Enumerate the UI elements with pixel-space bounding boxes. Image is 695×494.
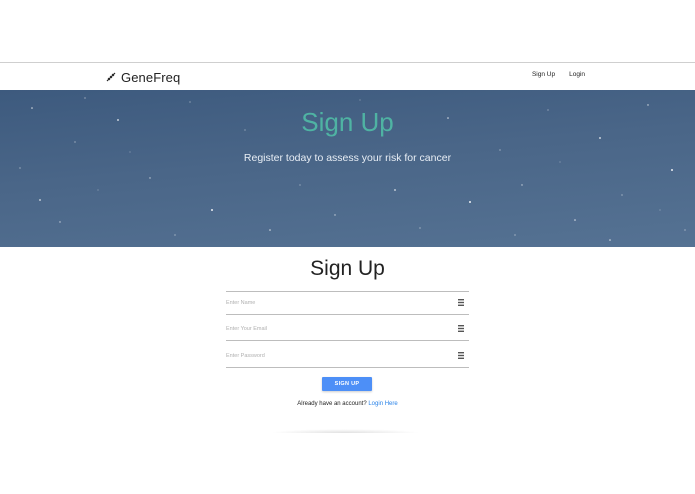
list-icon <box>458 352 464 359</box>
hero-banner: Sign Up Register today to assess your ri… <box>0 90 695 247</box>
brand-logo[interactable]: GeneFreq <box>105 68 180 86</box>
dna-icon <box>106 72 116 82</box>
login-prompt: Already have an account? Login Here <box>0 401 695 407</box>
name-input[interactable] <box>226 292 451 314</box>
list-icon <box>458 325 464 332</box>
password-input[interactable] <box>226 345 451 367</box>
password-field <box>226 345 469 368</box>
nav-link-signup[interactable]: Sign Up <box>532 71 555 78</box>
email-input[interactable] <box>226 318 451 340</box>
hero-subtitle: Register today to assess your risk for c… <box>243 152 452 164</box>
name-field <box>226 291 469 315</box>
brand-name: GeneFreq <box>121 69 181 85</box>
navbar: GeneFreq Sign Up Login <box>0 63 695 90</box>
hero-title: Sign Up <box>301 107 394 137</box>
login-prompt-text: Already have an account? <box>297 401 367 407</box>
signup-button[interactable]: SIGN UP <box>322 377 372 391</box>
nav-link-login[interactable]: Login <box>569 71 585 78</box>
list-icon <box>458 299 464 306</box>
screen: GeneFreq Sign Up Login Sign Up Register … <box>0 0 695 494</box>
form-title: Sign Up <box>310 257 385 280</box>
browser-viewport: GeneFreq Sign Up Login Sign Up Register … <box>0 62 695 433</box>
login-here-link[interactable]: Login Here <box>368 401 397 407</box>
email-field <box>226 318 469 341</box>
card-shadow <box>270 429 420 433</box>
nav-links: Sign Up Login <box>532 71 585 78</box>
